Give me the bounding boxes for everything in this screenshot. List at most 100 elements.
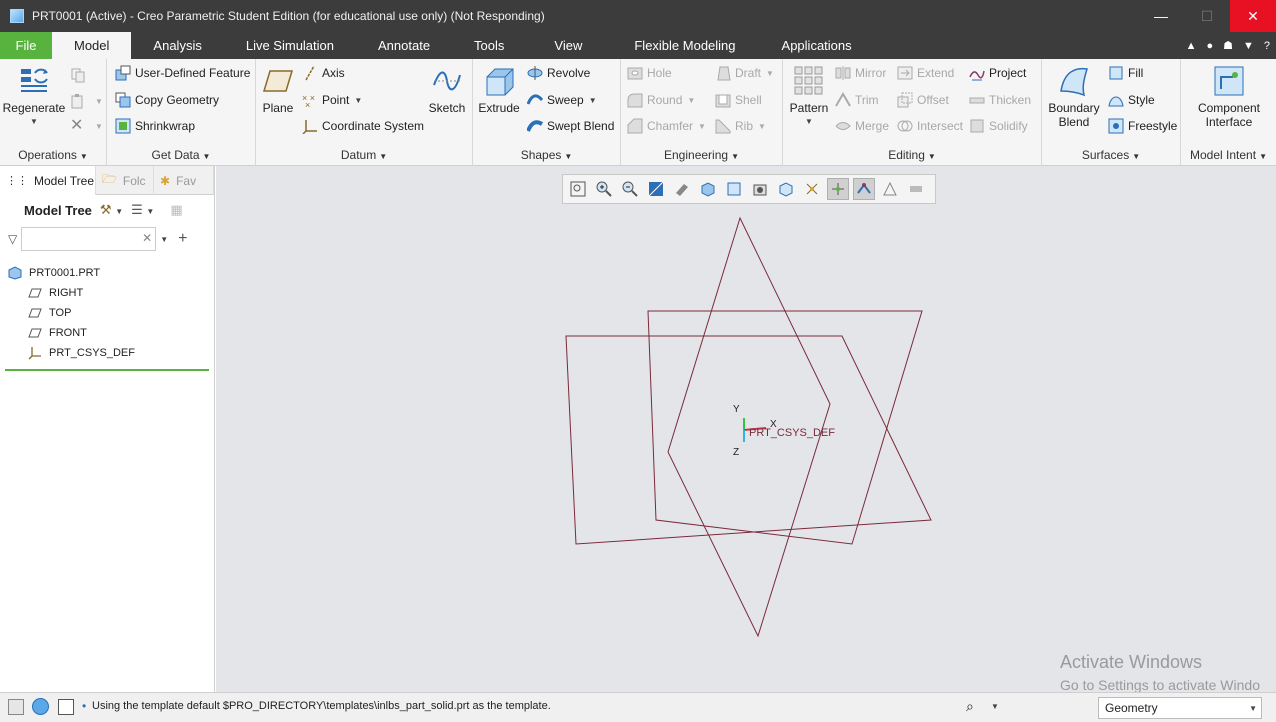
add-filter-icon[interactable]: +: [178, 230, 187, 248]
draft-button[interactable]: Draft ▼: [715, 63, 774, 83]
clear-search-icon[interactable]: ✕: [142, 231, 152, 245]
fill-button[interactable]: Fill: [1108, 63, 1143, 83]
plane-button[interactable]: Plane: [260, 65, 296, 115]
extrude-button[interactable]: Extrude: [477, 65, 521, 115]
thicken-button[interactable]: Thicken: [969, 90, 1031, 110]
selection-filter-dropdown-icon[interactable]: ▼: [1249, 704, 1257, 713]
collapse-ribbon-icon[interactable]: ▲: [1186, 40, 1197, 52]
tab-file[interactable]: File: [0, 32, 52, 59]
tree-columns-icon[interactable]: ▦: [170, 202, 182, 218]
regenerate-button[interactable]: Regenerate ▼: [3, 65, 65, 129]
paste-button[interactable]: ▼: [70, 91, 103, 111]
show-options-icon[interactable]: ☰ ▼: [131, 202, 154, 218]
pattern-button[interactable]: Pattern ▼: [787, 65, 831, 129]
point-icon: × ××: [302, 93, 315, 108]
rib-button[interactable]: Rib ▼: [715, 116, 766, 136]
shrinkwrap-icon: [115, 118, 131, 134]
editing-group-label[interactable]: Editing ▼: [783, 148, 1041, 162]
trim-button[interactable]: Trim: [835, 90, 879, 110]
operations-group-label[interactable]: Operations ▼: [0, 148, 106, 162]
insert-here-marker[interactable]: [5, 369, 209, 371]
toggle-browser-icon[interactable]: [32, 698, 49, 715]
point-button[interactable]: × × × Point ▼: [302, 90, 362, 110]
find-dropdown-icon[interactable]: ▼: [991, 702, 999, 711]
help-icon[interactable]: ●: [1206, 40, 1213, 52]
intersect-button[interactable]: Intersect: [897, 116, 963, 136]
help-question-icon[interactable]: ?: [1264, 40, 1270, 52]
tab-folder-browser[interactable]: 🗁 Folc: [96, 166, 154, 195]
chamfer-button[interactable]: Chamfer ▼: [627, 116, 706, 136]
shell-button[interactable]: Shell: [715, 90, 762, 110]
full-screen-icon[interactable]: [58, 699, 74, 715]
datum-planes-view[interactable]: Y X Z PRT_CSYS_DEF: [216, 166, 1276, 692]
tab-view[interactable]: View: [526, 32, 610, 59]
toggle-navigator-icon[interactable]: [8, 699, 24, 715]
tab-live-simulation[interactable]: Live Simulation: [224, 32, 356, 59]
datum-group-label[interactable]: Datum ▼: [256, 148, 472, 162]
copy-geometry-button[interactable]: Copy Geometry: [115, 90, 219, 110]
freestyle-button[interactable]: Freestyle: [1108, 116, 1177, 136]
user-defined-feature-button[interactable]: User-Defined Feature: [115, 63, 250, 83]
round-button[interactable]: Round ▼: [627, 90, 695, 110]
model-intent-group-label[interactable]: Model Intent ▼: [1181, 148, 1276, 162]
tree-item-csys[interactable]: PRT_CSYS_DEF: [0, 343, 214, 363]
swept-blend-button[interactable]: Swept Blend: [527, 116, 614, 136]
tab-model-tree[interactable]: ⋮⋮ Model Tree: [0, 166, 96, 195]
engineering-group-label[interactable]: Engineering ▼: [621, 148, 782, 162]
minimize-button[interactable]: —: [1138, 0, 1184, 32]
tree-item-right[interactable]: RIGHT: [0, 283, 214, 303]
component-interface-button[interactable]: Component Interface: [1187, 65, 1271, 129]
tab-flexible-modeling[interactable]: Flexible Modeling: [610, 32, 759, 59]
filter-icon[interactable]: ▽: [8, 232, 17, 246]
filter-dropdown-icon[interactable]: ▼: [160, 235, 168, 244]
copy-icon: [71, 68, 85, 83]
coordinate-system-button[interactable]: Coordinate System: [302, 116, 424, 136]
tab-tools[interactable]: Tools: [452, 32, 526, 59]
tree-search-input[interactable]: [21, 227, 157, 251]
group-operations: Regenerate ▼ ▼ ✕ ▼ Operations ▼: [0, 59, 107, 166]
merge-button[interactable]: Merge: [835, 116, 889, 136]
graphics-window[interactable]: Y X Z PRT_CSYS_DEF Activate Windows Go t…: [216, 166, 1276, 692]
project-button[interactable]: Project: [969, 63, 1026, 83]
mirror-button[interactable]: Mirror: [835, 63, 886, 83]
window-title: PRT0001 (Active) - Creo Parametric Stude…: [32, 9, 545, 23]
round-icon: [627, 93, 643, 108]
solidify-button[interactable]: Solidify: [969, 116, 1028, 136]
tree-settings-icon[interactable]: ⚒ ▼: [100, 202, 123, 218]
close-button[interactable]: ✕: [1230, 0, 1276, 32]
tab-annotate[interactable]: Annotate: [356, 32, 452, 59]
csys-triad[interactable]: Y X Z PRT_CSYS_DEF: [733, 404, 835, 458]
title-bar: PRT0001 (Active) - Creo Parametric Stude…: [0, 0, 1276, 32]
hole-button[interactable]: Hole: [627, 63, 672, 83]
copy-button[interactable]: [70, 65, 90, 85]
ribbon-options-icon[interactable]: ▼: [1243, 40, 1254, 52]
extend-button[interactable]: Extend: [897, 63, 954, 83]
get-data-group-label[interactable]: Get Data ▼: [107, 148, 255, 162]
revolve-button[interactable]: Revolve: [527, 63, 590, 83]
tree-item-front[interactable]: FRONT: [0, 323, 214, 343]
trim-icon: [835, 92, 851, 107]
delete-button[interactable]: ✕ ▼: [70, 116, 103, 136]
offset-button[interactable]: Offset: [897, 90, 949, 110]
style-button[interactable]: Style: [1108, 90, 1155, 110]
axis-button[interactable]: Axis: [302, 63, 345, 83]
regenerate-dropdown-icon[interactable]: ▼: [30, 115, 38, 129]
find-icon[interactable]: ⌕: [966, 698, 974, 715]
sweep-button[interactable]: Sweep ▼: [527, 90, 597, 110]
settings-icon[interactable]: ☗: [1223, 39, 1233, 52]
datum-plane-top[interactable]: [565, 335, 932, 545]
tab-applications[interactable]: Applications: [760, 32, 874, 59]
surfaces-group-label[interactable]: Surfaces ▼: [1042, 148, 1180, 162]
sketch-button[interactable]: Sketch: [426, 65, 468, 115]
tree-item-top[interactable]: TOP: [0, 303, 214, 323]
group-editing: Pattern ▼ Mirror Trim Merge Extend Offse…: [783, 59, 1042, 166]
tree-item-root-part[interactable]: PRT0001.PRT: [0, 263, 214, 283]
tab-analysis[interactable]: Analysis: [131, 32, 223, 59]
boundary-blend-button[interactable]: Boundary Blend: [1046, 65, 1102, 129]
maximize-button[interactable]: ☐: [1184, 0, 1230, 32]
shapes-group-label[interactable]: Shapes ▼: [473, 148, 620, 162]
tab-model[interactable]: Model: [52, 32, 132, 59]
selection-filter[interactable]: Geometry ▼: [1098, 697, 1262, 719]
tab-favorites[interactable]: ✱ Fav: [154, 166, 214, 195]
shrinkwrap-button[interactable]: Shrinkwrap: [115, 116, 195, 136]
